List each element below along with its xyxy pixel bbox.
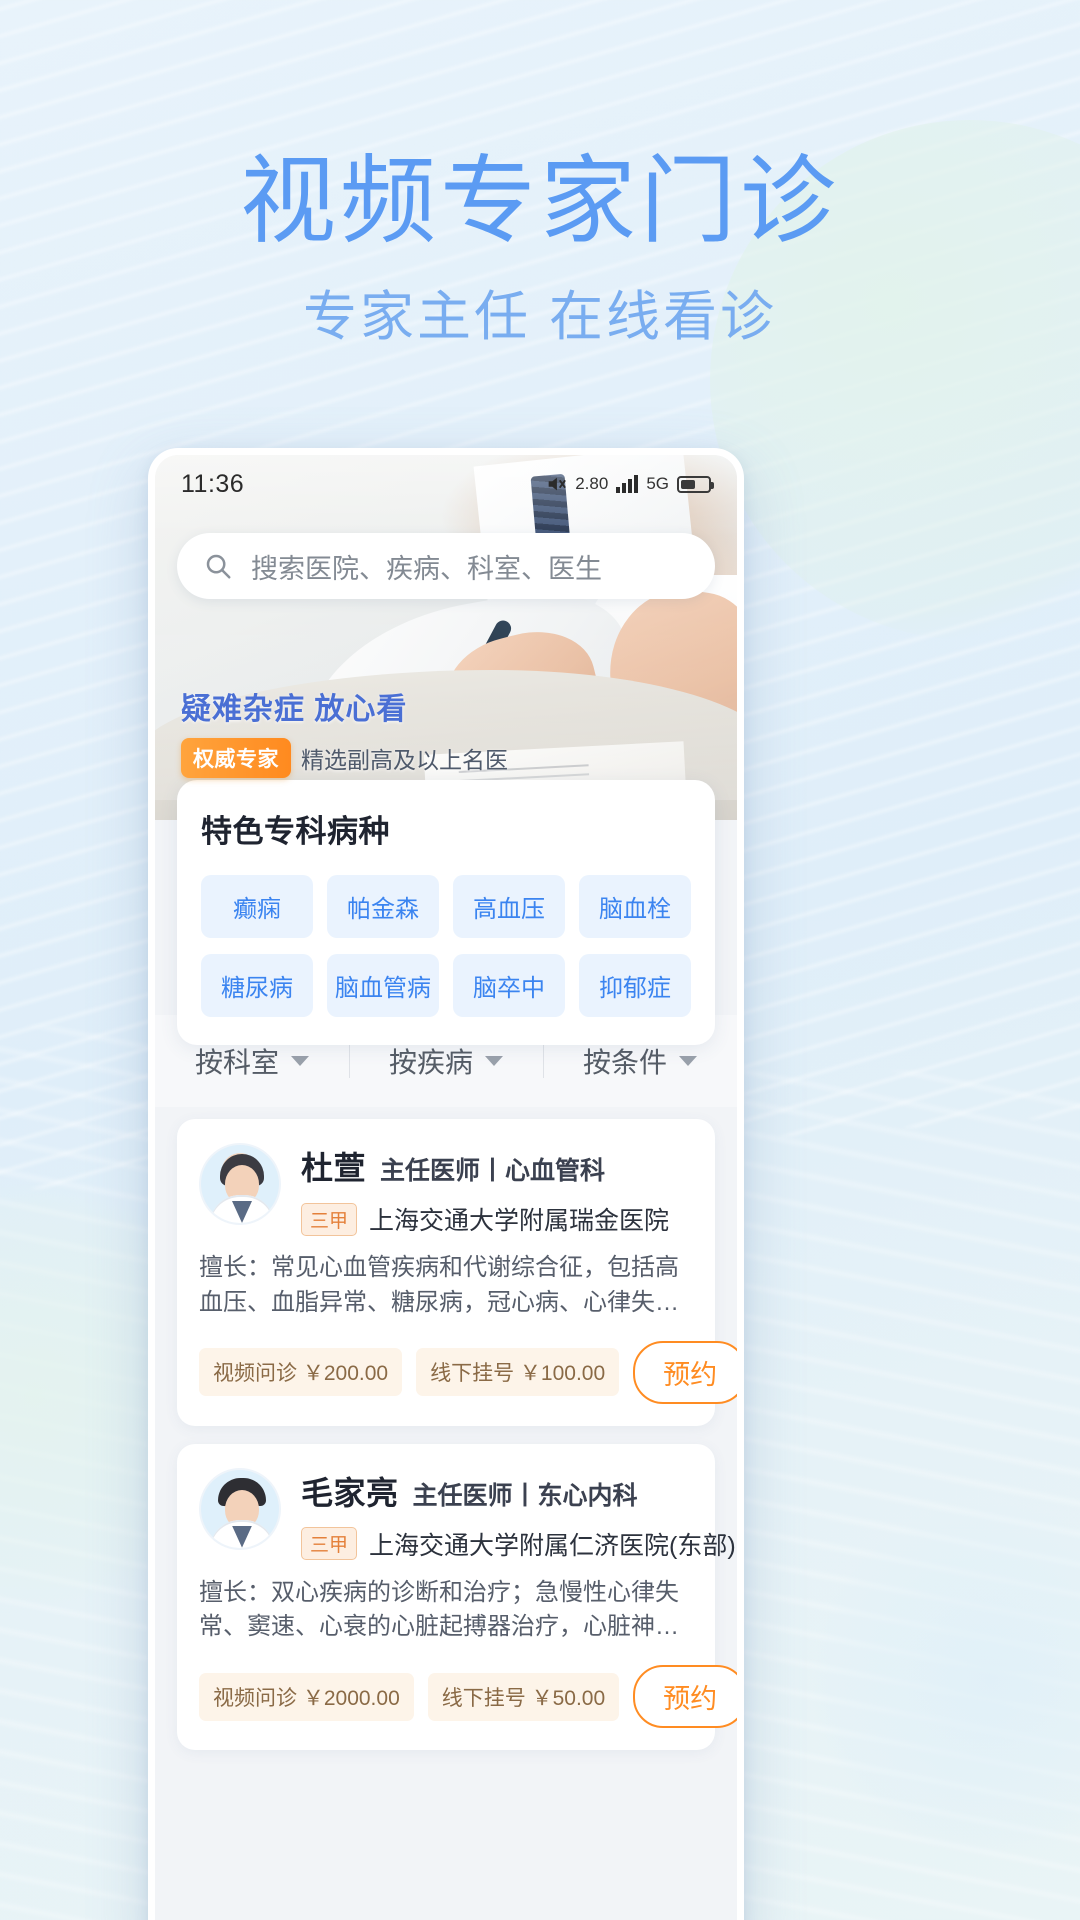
- filter-department[interactable]: 按科室: [155, 1041, 349, 1081]
- hospital-row: 三甲 上海交通大学附属仁济医院(东部): [301, 1526, 736, 1562]
- filter-disease[interactable]: 按疾病: [349, 1041, 543, 1081]
- doctor-header: 毛家亮 主任医师丨东心内科 三甲 上海交通大学附属仁济医院(东部): [199, 1467, 736, 1562]
- doctor-card[interactable]: 毛家亮 主任医师丨东心内科 三甲 上海交通大学附属仁济医院(东部) 擅长：双心疾…: [177, 1443, 737, 1751]
- phone-screen: 疑难杂症 放心看 权威专家 精选副高及以上名医 11:36 2.80 5G 搜索…: [155, 455, 737, 1920]
- doctor-info: 杜萱 主任医师丨心血管科 三甲 上海交通大学附属瑞金医院: [301, 1143, 693, 1237]
- specialty-card: 特色专科病种 癫痫 帕金森 高血压 脑血栓 糖尿病 脑血管病 脑卒中 抑郁症: [177, 780, 715, 1045]
- doctor-title: 主任医师丨心血管科: [380, 1157, 606, 1185]
- banner-subline: 权威专家 精选副高及以上名医: [181, 738, 508, 778]
- search-icon: [203, 551, 233, 581]
- specialty-tag[interactable]: 抑郁症: [579, 954, 691, 1017]
- hospital-name: 上海交通大学附属瑞金医院: [369, 1207, 670, 1235]
- filter-condition[interactable]: 按条件: [543, 1041, 737, 1081]
- price-video-consult: 视频问诊 ￥2000.00: [199, 1672, 414, 1721]
- banner-headline: 疑难杂症 放心看: [181, 693, 408, 726]
- price-video-consult: 视频问诊 ￥200.00: [199, 1348, 403, 1397]
- hospital-level-badge: 三甲: [301, 1527, 358, 1561]
- filter-label: 按科室: [194, 1047, 279, 1078]
- book-button[interactable]: 预约: [633, 1340, 737, 1404]
- doctor-specialty-desc: 擅长：双心疾病的诊断和治疗；急慢性心律失常、窦速、心衰的心脏起搏器治疗，心脏神…: [199, 1578, 679, 1641]
- decorative-blob-bottom-right: [810, 1500, 1080, 1860]
- mute-icon: [545, 473, 567, 495]
- doctor-name-row: 杜萱 主任医师丨心血管科: [301, 1143, 693, 1189]
- specialty-tag[interactable]: 脑血管病: [327, 954, 439, 1017]
- specialty-tag[interactable]: 糖尿病: [201, 954, 313, 1017]
- banner-subtext: 精选副高及以上名医: [301, 747, 508, 773]
- doctor-footer: 视频问诊 ￥2000.00 线下挂号 ￥50.00 预约: [199, 1665, 737, 1729]
- specialty-tag[interactable]: 脑卒中: [453, 954, 565, 1017]
- chevron-down-icon: [291, 1056, 309, 1066]
- book-button[interactable]: 预约: [633, 1665, 737, 1729]
- specialty-tag[interactable]: 癫痫: [201, 875, 313, 938]
- specialty-card-title: 特色专科病种: [201, 814, 390, 849]
- doctor-card[interactable]: 杜萱 主任医师丨心血管科 三甲 上海交通大学附属瑞金医院 擅长：常见心血管疾病和…: [177, 1119, 737, 1426]
- specialty-tag[interactable]: 帕金森: [327, 875, 439, 938]
- doctor-specialty-desc: 擅长：常见心血管疾病和代谢综合征，包括高血压、血脂异常、糖尿病，冠心病、心律失…: [199, 1254, 679, 1316]
- page-subtitle: 专家主任 在线看诊: [302, 286, 777, 347]
- hospital-name: 上海交通大学附属仁济医院(东部): [369, 1531, 736, 1560]
- page-title: 视频专家门诊: [240, 148, 840, 255]
- signal-icon: [616, 475, 639, 493]
- hospital-level-badge: 三甲: [301, 1202, 358, 1236]
- chevron-down-icon: [679, 1056, 697, 1066]
- search-input[interactable]: 搜索医院、疾病、科室、医生: [251, 547, 602, 586]
- doctor-footer: 视频问诊 ￥200.00 线下挂号 ￥100.00 预约: [199, 1340, 737, 1404]
- search-bar[interactable]: 搜索医院、疾病、科室、医生: [177, 533, 715, 599]
- chevron-down-icon: [485, 1056, 503, 1066]
- battery-icon: [677, 475, 714, 493]
- doctor-name-row: 毛家亮 主任医师丨东心内科: [301, 1468, 693, 1514]
- avatar: [199, 1143, 281, 1225]
- price-offline-registration: 线下挂号 ￥100.00: [416, 1348, 620, 1397]
- doctor-list[interactable]: 杜萱 主任医师丨心血管科 三甲 上海交通大学附属瑞金医院 擅长：常见心血管疾病和…: [155, 1107, 737, 1920]
- specialty-tag-grid: 癫痫 帕金森 高血压 脑血栓 糖尿病 脑血管病 脑卒中 抑郁症: [201, 875, 691, 1017]
- specialty-tag[interactable]: 脑血栓: [579, 875, 691, 938]
- data-rate-label: 2.80: [575, 474, 609, 493]
- status-time: 11:36: [181, 469, 245, 498]
- doctor-title: 主任医师丨东心内科: [412, 1481, 638, 1510]
- specialty-tag[interactable]: 高血压: [453, 875, 565, 938]
- doctor-header: 杜萱 主任医师丨心血管科 三甲 上海交通大学附属瑞金医院: [199, 1143, 693, 1237]
- status-badge: 权威专家: [181, 738, 291, 778]
- filter-label: 按条件: [582, 1047, 667, 1078]
- doctor-info: 毛家亮 主任医师丨东心内科 三甲 上海交通大学附属仁济医院(东部): [301, 1468, 736, 1562]
- phone-mockup: 疑难杂症 放心看 权威专家 精选副高及以上名医 11:36 2.80 5G 搜索…: [148, 448, 744, 1920]
- price-offline-registration: 线下挂号 ￥50.00: [427, 1672, 620, 1721]
- doctor-name: 毛家亮: [301, 1474, 399, 1511]
- hero-section: 视频专家门诊 专家主任 在线看诊: [0, 150, 1080, 351]
- status-indicators: 2.80 5G: [545, 473, 714, 495]
- avatar: [199, 1467, 281, 1550]
- network-label: 5G: [646, 474, 669, 493]
- status-bar: 11:36 2.80 5G: [155, 455, 737, 513]
- filter-label: 按疾病: [388, 1047, 473, 1078]
- doctor-name: 杜萱: [301, 1150, 367, 1186]
- hospital-row: 三甲 上海交通大学附属瑞金医院: [301, 1201, 693, 1237]
